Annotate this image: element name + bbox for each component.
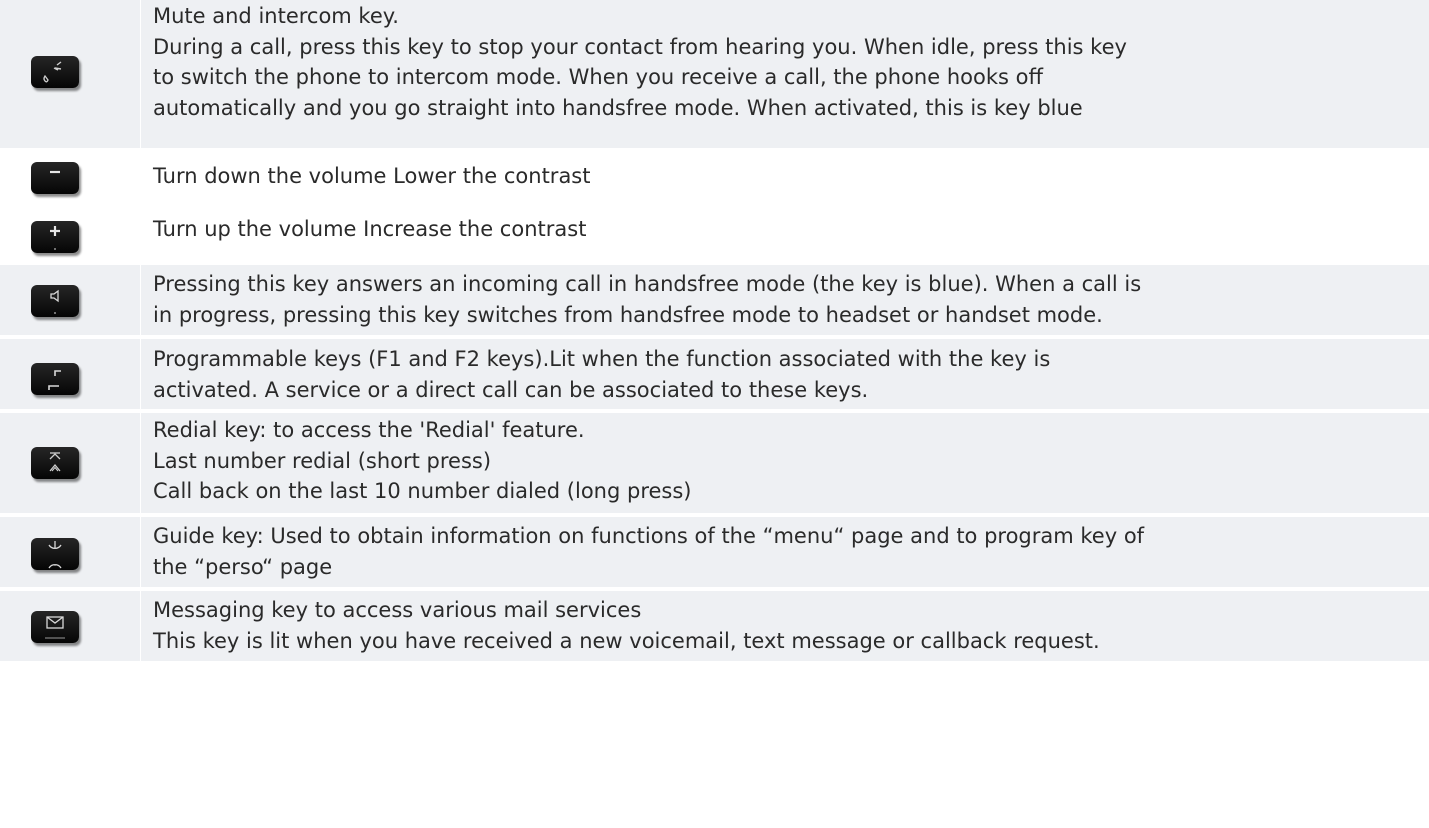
row-description: Programmable keys (F1 and F2 keys).Lit w… xyxy=(153,344,1409,405)
table-row-programmable-keys: Programmable keys (F1 and F2 keys).Lit w… xyxy=(0,339,1429,409)
table-row-messaging: Messaging key to access various mail ser… xyxy=(0,591,1429,661)
row-description: Turn down the volume Lower the contrast xyxy=(153,161,1409,192)
table-row-redial: Redial key: to access the 'Redial' featu… xyxy=(0,413,1429,513)
mute-intercom-key-icon xyxy=(31,56,79,88)
icon-cell xyxy=(0,0,140,148)
volume-up-key-icon xyxy=(31,221,79,253)
programmable-key-icon xyxy=(31,363,79,395)
text-line: Call back on the last 10 number dialed (… xyxy=(153,479,692,503)
text-line: Mute and intercom key. xyxy=(153,4,399,28)
text-line: This key is lit when you have received a… xyxy=(153,628,1100,653)
row-description: Pressing this key answers an incoming ca… xyxy=(153,269,1409,330)
text-line: During a call, press this key to stop yo… xyxy=(153,34,1127,59)
table-row-handsfree: Pressing this key answers an incoming ca… xyxy=(0,265,1429,335)
text-line: activated. A service or a direct call ca… xyxy=(153,377,869,402)
table-row-volume-down: Turn down the volume Lower the contrast xyxy=(0,148,1429,204)
icon-cell xyxy=(0,204,140,260)
text-line: Programmable keys (F1 and F2 keys).Lit w… xyxy=(153,347,1051,371)
handsfree-key-icon xyxy=(31,285,79,317)
icon-cell xyxy=(0,265,140,335)
text-line: Last number redial (short press) xyxy=(153,448,492,473)
text-line: Pressing this key answers an incoming ca… xyxy=(153,272,1142,296)
guide-key-icon xyxy=(31,538,79,570)
messaging-key-icon xyxy=(31,611,79,643)
text-line: Turn down the volume Lower the contrast xyxy=(153,164,591,188)
row-description: Redial key: to access the 'Redial' featu… xyxy=(153,415,1409,507)
text-line: Guide key: Used to obtain information on… xyxy=(153,524,1145,548)
text-line: Redial key: to access the 'Redial' featu… xyxy=(153,418,585,442)
row-description: Mute and intercom key. During a call, pr… xyxy=(153,1,1409,123)
icon-cell xyxy=(0,517,140,587)
icon-cell xyxy=(0,339,140,409)
icon-cell xyxy=(0,591,140,661)
row-description: Turn up the volume Increase the contrast xyxy=(153,214,1409,245)
text-line: Messaging key to access various mail ser… xyxy=(153,598,642,622)
row-description: Guide key: Used to obtain information on… xyxy=(153,521,1409,582)
text-line: to switch the phone to intercom mode. Wh… xyxy=(153,65,1043,89)
text-line: automatically and you go straight into h… xyxy=(153,95,1083,120)
redial-key-icon xyxy=(31,447,79,479)
table-row-guide: Guide key: Used to obtain information on… xyxy=(0,517,1429,587)
table-row-volume-up: Turn up the volume Increase the contrast xyxy=(0,204,1429,260)
icon-cell xyxy=(0,413,140,513)
volume-down-key-icon xyxy=(31,162,79,194)
text-line: Turn up the volume Increase the contrast xyxy=(153,217,587,241)
row-description: Messaging key to access various mail ser… xyxy=(153,595,1409,656)
text-line: the “perso“ page xyxy=(153,554,333,579)
text-line: in progress, pressing this key switches … xyxy=(153,302,1103,327)
icon-cell xyxy=(0,148,140,204)
table-row-mute-intercom: Mute and intercom key. During a call, pr… xyxy=(0,0,1429,148)
